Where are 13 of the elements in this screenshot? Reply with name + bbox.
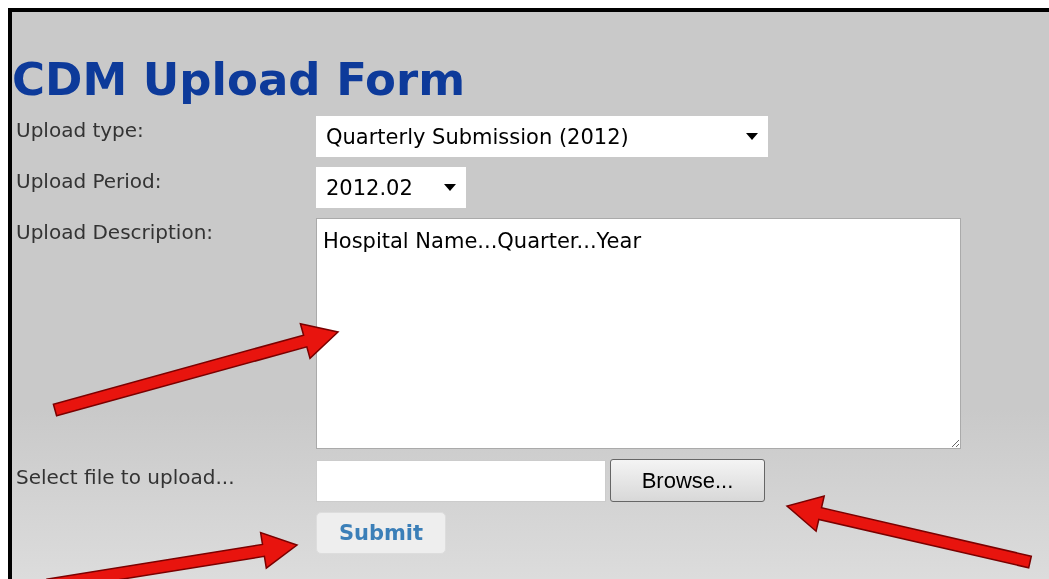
field-label: Select file to upload... <box>16 464 235 491</box>
file-path-field[interactable] <box>316 459 606 502</box>
submit-button[interactable]: Submit <box>316 512 446 554</box>
browse-button[interactable]: Browse... <box>610 459 765 502</box>
field-label: Upload type: <box>16 117 144 144</box>
description-field[interactable]: Hospital Name...Quarter...Year <box>316 218 961 449</box>
field-label: Upload Description: <box>16 219 214 246</box>
dropdown[interactable]: 2012.02 <box>316 167 466 208</box>
dropdown[interactable]: Quarterly Submission (2012) <box>316 116 768 157</box>
field-label: Upload Period: <box>16 168 162 195</box>
form-title: CDM Upload Form <box>12 52 467 108</box>
caret-icon <box>746 133 758 140</box>
caret-icon <box>444 184 456 191</box>
